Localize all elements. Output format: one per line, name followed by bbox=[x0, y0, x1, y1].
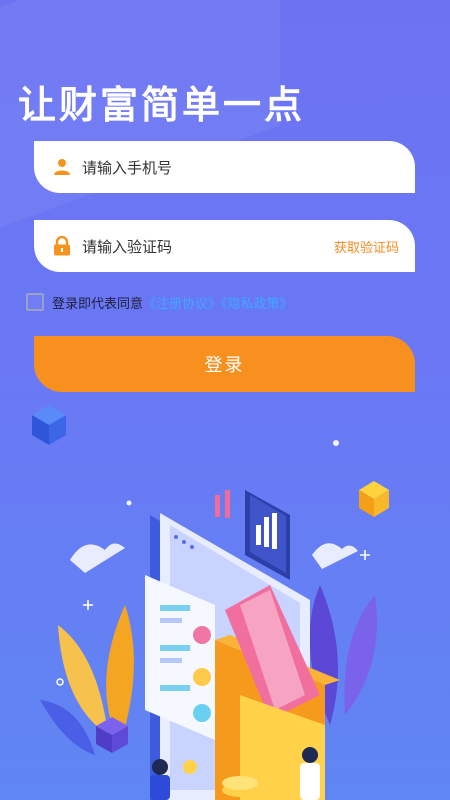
agreement-checkbox[interactable] bbox=[26, 293, 44, 311]
cube-yellow-icon bbox=[359, 481, 389, 517]
lock-icon bbox=[52, 236, 72, 256]
person-icon bbox=[150, 759, 170, 800]
cube-blue-icon bbox=[32, 405, 66, 445]
person-icon bbox=[300, 747, 320, 800]
user-icon bbox=[52, 157, 72, 177]
get-code-button[interactable]: 获取验证码 bbox=[334, 237, 399, 256]
finance-illustration bbox=[32, 405, 389, 800]
agreement-text: 登录即代表同意 bbox=[52, 296, 144, 312]
phone-input[interactable]: 请输入手机号 bbox=[82, 157, 415, 178]
agreement-row: 登录即代表同意 《注册协议》《隐私政策》 bbox=[26, 291, 293, 313]
code-input[interactable]: 请输入验证码 bbox=[82, 236, 334, 257]
login-button[interactable]: 登录 bbox=[34, 336, 415, 392]
phone-field[interactable]: 请输入手机号 bbox=[34, 141, 415, 193]
agreement-links[interactable]: 《注册协议》《隐私政策》 bbox=[143, 293, 293, 312]
code-field[interactable]: 请输入验证码 获取验证码 bbox=[34, 220, 415, 272]
headline: 让财富简单一点 bbox=[18, 83, 306, 127]
